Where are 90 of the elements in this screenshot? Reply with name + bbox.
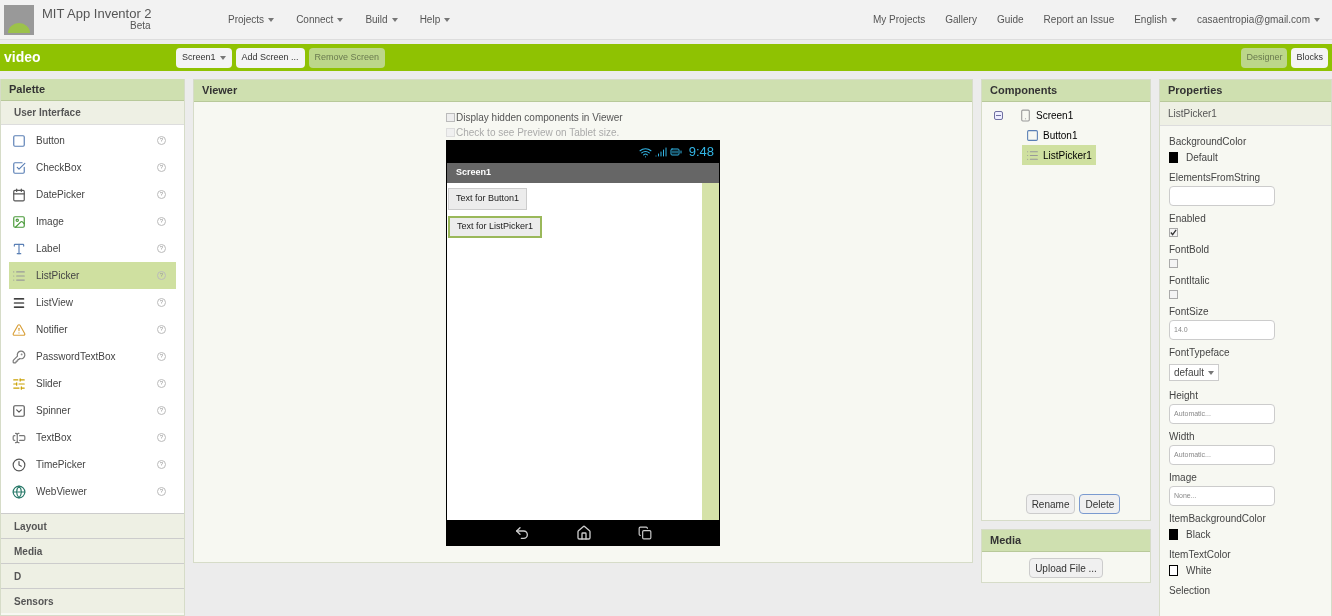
selected-component: ListPicker1 bbox=[1160, 102, 1331, 126]
property-label: ElementsFromString bbox=[1169, 171, 1262, 184]
color-swatch[interactable] bbox=[1169, 152, 1178, 163]
checkbox-label: Display hidden components in Viewer bbox=[456, 111, 623, 125]
battery-icon bbox=[669, 146, 682, 158]
property-label: BackgroundColor bbox=[1169, 135, 1248, 148]
key-icon bbox=[12, 349, 26, 364]
panel-header: Media bbox=[982, 530, 1150, 552]
check-icon bbox=[1170, 229, 1177, 236]
color-swatch[interactable] bbox=[1169, 529, 1178, 540]
tree-item[interactable]: Screen1 bbox=[1015, 105, 1078, 125]
toolbar-button[interactable]: Screen1 bbox=[176, 47, 232, 68]
menu-item[interactable]: Build bbox=[365, 12, 398, 27]
category-header[interactable]: User Interface bbox=[1, 101, 184, 125]
category-header[interactable]: Layout bbox=[1, 513, 184, 538]
square-icon bbox=[1026, 128, 1039, 142]
property-label: FontItalic bbox=[1169, 274, 1211, 287]
component-button[interactable]: Delete bbox=[1079, 494, 1121, 514]
phone-button[interactable]: Text for ListPicker1 bbox=[448, 216, 543, 238]
property-label: ItemTextColor bbox=[1169, 548, 1232, 561]
checkbox[interactable] bbox=[1169, 259, 1178, 268]
view-tab[interactable]: Blocks bbox=[1291, 47, 1328, 68]
nav-link[interactable]: English bbox=[1134, 12, 1177, 27]
title-bar: Screen1 bbox=[447, 163, 719, 183]
category-header[interactable]: Sensors bbox=[1, 588, 184, 613]
menu-item[interactable]: Help bbox=[419, 12, 451, 27]
phone-icon bbox=[1019, 108, 1032, 122]
property-label: Width bbox=[1169, 430, 1196, 443]
checkbox[interactable] bbox=[1169, 228, 1178, 237]
property-label: Height bbox=[1169, 389, 1199, 402]
property-label: Image bbox=[1169, 471, 1198, 484]
back-icon[interactable] bbox=[514, 524, 530, 541]
color-value: White bbox=[1186, 564, 1212, 578]
property-label: FontTypeface bbox=[1169, 346, 1231, 359]
square-icon bbox=[12, 133, 26, 148]
category-header[interactable]: Media bbox=[1, 538, 184, 563]
nav-link[interactable]: Report an Issue bbox=[1043, 12, 1115, 27]
list-icon bbox=[1026, 148, 1039, 162]
property-label: ItemBackgroundColor bbox=[1169, 512, 1267, 525]
slider-icon bbox=[12, 376, 26, 391]
property-label: Selection bbox=[1169, 584, 1212, 597]
tree-item[interactable]: Button1 bbox=[1022, 125, 1082, 145]
nav-link[interactable]: My Projects bbox=[873, 12, 926, 27]
panel-header: Properties bbox=[1160, 80, 1331, 102]
nav-link[interactable]: casaentropia@gmail.com bbox=[1197, 12, 1320, 27]
menu-item[interactable]: Connect bbox=[296, 12, 344, 27]
picture-icon bbox=[12, 214, 26, 229]
property-label: FontBold bbox=[1169, 243, 1211, 256]
home-icon[interactable] bbox=[576, 524, 592, 541]
panel-header: Components bbox=[982, 80, 1150, 102]
property-label: Enabled bbox=[1169, 212, 1207, 225]
checkbox[interactable] bbox=[1169, 290, 1178, 299]
nav-link[interactable]: Gallery bbox=[945, 12, 977, 27]
letter-icon bbox=[12, 241, 26, 256]
checkbox[interactable] bbox=[446, 113, 455, 122]
lines-icon bbox=[12, 295, 26, 310]
upload-button[interactable]: Upload File ... bbox=[1029, 558, 1103, 578]
android-logo-icon bbox=[4, 4, 34, 35]
nav-link[interactable]: Guide bbox=[996, 12, 1024, 27]
collapse-icon[interactable] bbox=[994, 110, 1003, 120]
property-select[interactable]: default bbox=[1169, 364, 1220, 381]
project-name: video bbox=[3, 48, 42, 67]
clock-text: 9:48 bbox=[688, 143, 714, 162]
app-title: MIT App Inventor 2 bbox=[42, 7, 153, 20]
tree-item[interactable]: ListPicker1 bbox=[1022, 145, 1096, 165]
calendar-icon bbox=[12, 187, 26, 202]
globe-icon bbox=[12, 484, 26, 499]
property-input[interactable] bbox=[1169, 186, 1275, 206]
property-label: FontSize bbox=[1169, 305, 1210, 318]
warning-icon bbox=[12, 322, 26, 337]
color-swatch[interactable] bbox=[1169, 565, 1178, 576]
recent-apps-icon[interactable] bbox=[638, 525, 652, 540]
category-header[interactable]: D bbox=[1, 563, 184, 588]
color-value: Black bbox=[1186, 528, 1211, 542]
text-cursor-icon bbox=[12, 430, 26, 445]
phone-button[interactable]: Text for Button1 bbox=[448, 188, 528, 210]
color-value: Default bbox=[1186, 151, 1218, 165]
list-icon bbox=[12, 268, 26, 283]
panel-header: Viewer bbox=[194, 80, 972, 102]
checkbox-icon bbox=[12, 160, 26, 175]
checkbox-label: Check to see Preview on Tablet size. bbox=[456, 126, 620, 140]
panel-header: Palette bbox=[1, 79, 184, 101]
caret-icon bbox=[1208, 370, 1215, 375]
app-subtitle: Beta bbox=[129, 19, 152, 32]
dropdown-icon bbox=[12, 403, 26, 418]
menu-item[interactable]: Projects bbox=[228, 12, 275, 27]
wifi-icon bbox=[638, 145, 652, 159]
toolbar-button[interactable]: Add Screen ... bbox=[235, 47, 305, 68]
component-button[interactable]: Rename bbox=[1025, 494, 1076, 514]
clock-icon bbox=[12, 457, 26, 472]
